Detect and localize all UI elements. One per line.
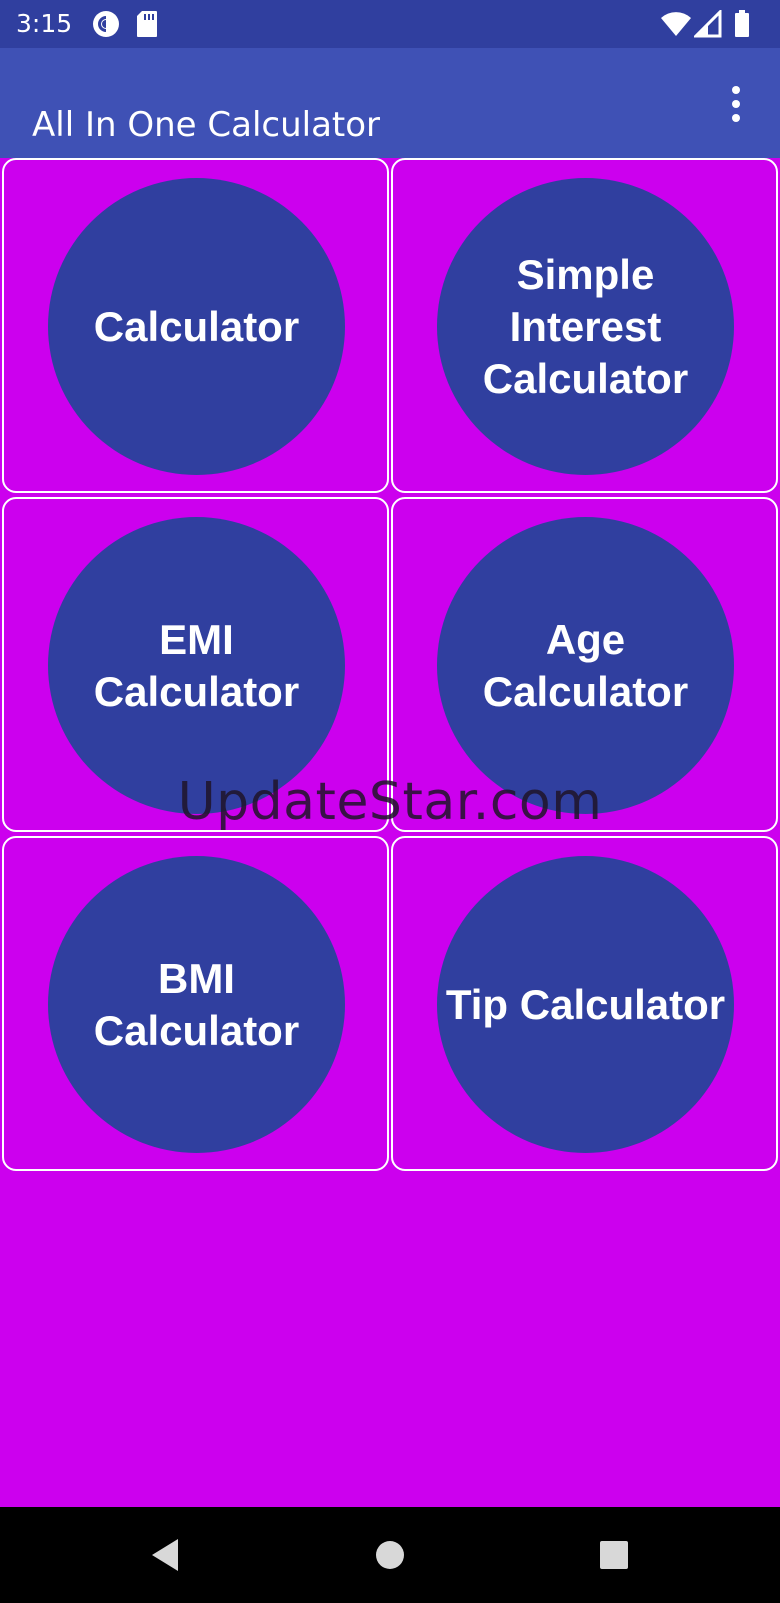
tile-calculator[interactable]: Calculator <box>2 158 389 493</box>
battery-icon <box>734 10 750 42</box>
tile-label: Age Calculator <box>482 615 689 715</box>
tile-circle: Simple Interest Calculator <box>437 178 734 475</box>
tile-circle: Age Calculator <box>437 517 734 814</box>
back-icon <box>152 1539 178 1571</box>
tile-label: Calculator <box>93 302 300 350</box>
wifi-icon <box>660 10 692 42</box>
status-bar: 3:15 <box>0 0 780 48</box>
signal-icon <box>692 8 722 42</box>
tile-label: Simple Interest Calculator <box>482 250 689 402</box>
back-button[interactable] <box>146 1535 186 1575</box>
tile-circle: Tip Calculator <box>437 856 734 1153</box>
home-button[interactable] <box>370 1535 410 1575</box>
tile-label: EMI Calculator <box>93 615 300 715</box>
tile-circle: EMI Calculator <box>48 517 345 814</box>
recents-button[interactable] <box>594 1535 634 1575</box>
home-icon <box>376 1541 404 1569</box>
tile-emi-calculator[interactable]: EMI Calculator <box>2 497 389 832</box>
more-vert-icon <box>732 86 740 122</box>
status-time: 3:15 <box>16 9 73 38</box>
tile-bmi-calculator[interactable]: BMI Calculator <box>2 836 389 1171</box>
sd-card-icon <box>136 10 158 42</box>
tile-circle: Calculator <box>48 178 345 475</box>
tile-simple-interest-calculator[interactable]: Simple Interest Calculator <box>391 158 778 493</box>
navigation-bar <box>0 1507 780 1603</box>
tile-tip-calculator[interactable]: Tip Calculator <box>391 836 778 1171</box>
app-bar: All In One Calculator <box>0 48 780 158</box>
more-options-button[interactable] <box>714 82 758 126</box>
tile-circle: BMI Calculator <box>48 856 345 1153</box>
pocket-casts-icon <box>92 10 120 42</box>
app-title: All In One Calculator <box>32 104 381 145</box>
tile-label: Tip Calculator <box>445 980 726 1028</box>
tile-label: BMI Calculator <box>93 954 300 1054</box>
tile-age-calculator[interactable]: Age Calculator <box>391 497 778 832</box>
recents-icon <box>600 1541 628 1569</box>
